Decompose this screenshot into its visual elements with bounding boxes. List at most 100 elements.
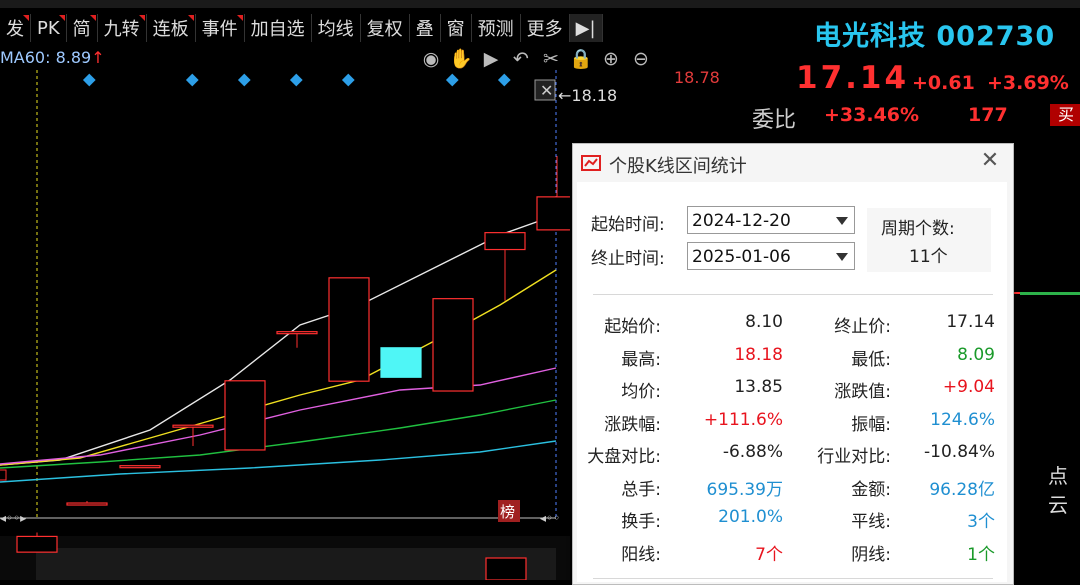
candle-body[interactable]	[16, 535, 58, 553]
period-count-box: 周期个数: 11个	[867, 208, 991, 272]
close-icon[interactable]: ✕	[977, 148, 1003, 174]
end-date-value: 2025-01-06	[692, 247, 791, 267]
stock-name: 电光科技 002730	[814, 21, 1056, 52]
toolbar-item[interactable]: 九转	[98, 14, 147, 42]
event-marker-icon[interactable]	[237, 73, 251, 87]
toolbar-item[interactable]: 复权	[361, 14, 410, 42]
toolbar-item[interactable]: 加自选	[245, 14, 312, 42]
volume-bar	[485, 557, 527, 580]
scroll-handle[interactable]: ◂◦◦	[540, 511, 560, 525]
candle-body[interactable]	[328, 277, 370, 382]
end-date-select[interactable]: 2025-01-06	[687, 242, 855, 270]
event-marker-icon[interactable]	[445, 73, 459, 87]
chart-logo-icon	[581, 155, 601, 171]
candle-body[interactable]	[119, 465, 161, 469]
event-marker-icon[interactable]	[497, 73, 511, 87]
stat-value: +9.04	[942, 377, 995, 397]
lock-icon[interactable]: 🔒	[568, 48, 594, 70]
volume-bg	[36, 548, 556, 580]
stat-value: 3个	[967, 512, 995, 532]
divider	[593, 578, 993, 579]
stat-label: 终止价:	[834, 317, 891, 337]
eye-icon[interactable]: ◉	[418, 48, 444, 70]
candle-body[interactable]	[432, 298, 474, 392]
chart-toolbar: ◉ ✋ ▶ ↶ ✂ 🔒 ⊕ ⊖	[418, 48, 654, 70]
event-marker-icon[interactable]	[341, 73, 355, 87]
toolbar-item[interactable]: 事件	[196, 14, 245, 42]
stat-value: 8.10	[745, 312, 783, 332]
stock-change: +0.61	[912, 72, 975, 94]
close-icon[interactable]: ✕	[540, 81, 553, 100]
candle-body[interactable]	[484, 232, 526, 251]
start-date-select[interactable]: 2024-12-20	[687, 206, 855, 234]
toolbar-item[interactable]: PK	[31, 14, 67, 42]
toolbar-item[interactable]: 均线	[312, 14, 361, 42]
buy-tag[interactable]: 买	[1050, 104, 1080, 126]
toolbar-item[interactable]: 简	[67, 14, 98, 42]
ma-line-3	[0, 399, 557, 469]
toolbar-item[interactable]: 预测	[472, 14, 521, 42]
stat-label: 涨跌值:	[834, 382, 891, 402]
stat-label: 均价:	[621, 382, 661, 402]
stat-value: 1个	[967, 544, 995, 565]
stat-label: 最高:	[621, 349, 661, 370]
event-marker-icon[interactable]	[289, 73, 303, 87]
stat-label: 起始价:	[604, 317, 661, 337]
dialog-titlebar[interactable]: 个股K线区间统计 ✕	[573, 144, 1013, 182]
stat-value: +111.6%	[703, 409, 783, 430]
end-time-label: 终止时间:	[591, 249, 665, 269]
stat-label: 阳线:	[621, 544, 661, 565]
event-marker-icon[interactable]	[185, 73, 199, 87]
candle-body[interactable]	[66, 502, 108, 506]
stat-value: -6.88%	[722, 442, 783, 462]
red-flag-icon	[138, 15, 145, 21]
play-icon[interactable]: ▶	[478, 48, 504, 70]
weibi-num: 177	[968, 104, 1008, 126]
range-stats-dialog: 个股K线区间统计 ✕ 起始时间: 2024-12-20 终止时间: 2025-0…	[572, 143, 1014, 585]
candle-body[interactable]	[224, 380, 266, 451]
tag-label[interactable]: 榜	[500, 503, 515, 521]
candle-body	[0, 469, 7, 481]
chevron-down-icon	[836, 253, 848, 261]
stat-label: 振幅:	[851, 414, 891, 435]
toolbar-item[interactable]: 发	[0, 14, 31, 42]
toolbar-item[interactable]: 连板	[147, 14, 196, 42]
candle-body[interactable]	[380, 347, 422, 378]
candle-body[interactable]	[172, 424, 214, 428]
red-flag-icon	[89, 15, 96, 21]
stat-value: 13.85	[734, 377, 783, 397]
stat-label: 阴线:	[851, 544, 891, 565]
stat-label: 平线:	[851, 512, 891, 532]
toolbar-item[interactable]: 叠	[410, 14, 441, 42]
ma60-text: MA60: 8.89	[0, 48, 92, 67]
dialog-body: 起始时间: 2024-12-20 终止时间: 2025-01-06 周期个数: …	[577, 182, 1007, 582]
chevron-down-icon	[836, 217, 848, 225]
undo-icon[interactable]: ↶	[508, 48, 534, 70]
expand-panel-icon[interactable]: ▶|	[569, 14, 603, 42]
ma60-arrow: ↑	[91, 48, 105, 67]
candle-body[interactable]	[276, 331, 318, 335]
stat-value: -10.84%	[924, 442, 995, 462]
stat-value: 18.18	[734, 344, 783, 365]
zoom-in-icon[interactable]: ⊕	[598, 48, 624, 70]
stat-value: 695.39万	[706, 479, 783, 500]
kline-chart[interactable]: ✕ 榜 ◂◦◦▸ ◂◦◦	[0, 70, 570, 580]
candle-body[interactable]	[536, 196, 570, 231]
red-flag-icon	[58, 15, 65, 21]
zoom-out-icon[interactable]: ⊖	[628, 48, 654, 70]
high-marker-value: 18.18	[571, 86, 618, 105]
scissors-icon[interactable]: ✂	[538, 48, 564, 70]
ma-line-4	[0, 440, 557, 483]
scroll-handle[interactable]: ◂◦◦▸	[0, 511, 26, 525]
period-count-value: 11个	[909, 247, 948, 267]
stock-price: 17.14	[796, 60, 910, 96]
stat-label: 金额:	[851, 479, 891, 500]
hand-icon[interactable]: ✋	[448, 48, 474, 70]
toolbar: 发 PK 简九转 连板 事件 加自选 均线 复权叠窗预测 更多 ▶|	[0, 12, 670, 44]
top-menu-strip	[0, 0, 1080, 8]
event-marker-icon[interactable]	[82, 73, 96, 87]
stat-value: 124.6%	[930, 409, 995, 430]
toolbar-item[interactable]: 窗	[441, 14, 472, 42]
stat-value: 7个	[755, 544, 783, 565]
toolbar-item[interactable]: 更多	[521, 14, 570, 42]
